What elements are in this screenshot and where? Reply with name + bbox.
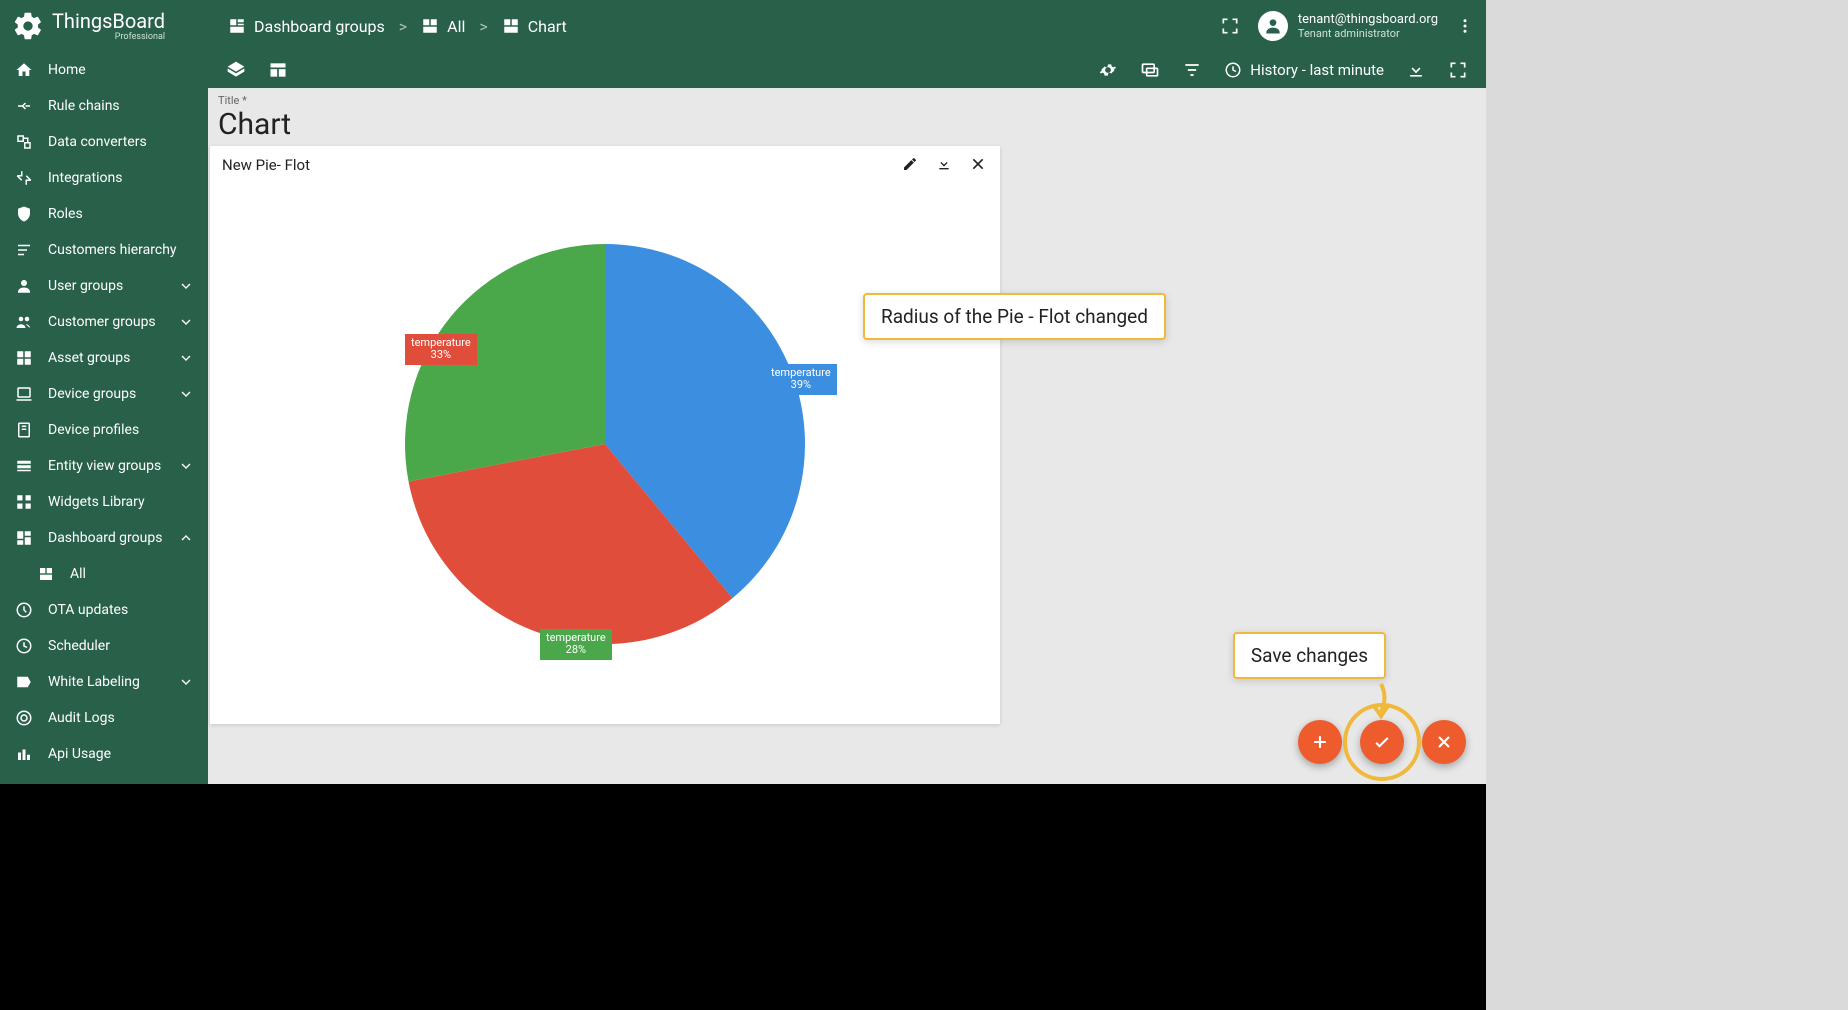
- main-content: Title * Chart New Pie- Flot temperature3…: [208, 88, 1486, 784]
- user-role: Tenant administrator: [1298, 27, 1438, 40]
- audit-icon: [14, 708, 34, 728]
- label-icon: [14, 672, 34, 692]
- dashboard-icon: [36, 564, 56, 584]
- hierarchy-icon: [14, 240, 34, 260]
- fullscreen-icon[interactable]: [1448, 60, 1468, 80]
- sidebar-item-ota-updates[interactable]: OTA updates: [0, 592, 208, 628]
- sidebar-item-roles[interactable]: Roles: [0, 196, 208, 232]
- device-icon: [14, 384, 34, 404]
- save-button[interactable]: [1360, 720, 1404, 764]
- gear-icon[interactable]: [1098, 60, 1118, 80]
- breadcrumb-separator: >: [479, 17, 487, 36]
- pie-widget-card: New Pie- Flot temperature39% temperature…: [210, 146, 1000, 724]
- pie-slice-label: temperature33%: [405, 334, 477, 365]
- clock-icon: [14, 636, 34, 656]
- more-icon[interactable]: [1456, 17, 1474, 35]
- layers-icon[interactable]: [226, 60, 246, 80]
- brand-name: ThingsBoard: [52, 11, 165, 31]
- widget-title: New Pie- Flot: [222, 156, 310, 174]
- filter-icon[interactable]: [1182, 60, 1202, 80]
- dashboard-icon: [14, 528, 34, 548]
- dashboard-toolbar: History - last minute: [208, 52, 1486, 88]
- avatar-icon: [1258, 11, 1288, 41]
- sidebar-item-dashboard-groups[interactable]: Dashboard groups: [0, 520, 208, 556]
- logo-icon: [12, 10, 44, 42]
- sidebar-item-device-profiles[interactable]: Device profiles: [0, 412, 208, 448]
- dashboard-icon: [421, 17, 439, 35]
- user-menu[interactable]: tenant@thingsboard.org Tenant administra…: [1258, 11, 1438, 41]
- chevron-down-icon: [178, 386, 194, 402]
- dashboard-icon: [502, 17, 520, 35]
- sidebar-item-asset-groups[interactable]: Asset groups: [0, 340, 208, 376]
- close-icon[interactable]: [970, 156, 988, 174]
- sidebar-item-widgets-library[interactable]: Widgets Library: [0, 484, 208, 520]
- breadcrumb-item[interactable]: Chart: [502, 17, 567, 36]
- breadcrumb: Dashboard groups > All > Chart: [228, 17, 567, 36]
- sidebar-item-rule-chains[interactable]: Rule chains: [0, 88, 208, 124]
- sidebar-item-white-labeling[interactable]: White Labeling: [0, 664, 208, 700]
- sidebar-item-device-groups[interactable]: Device groups: [0, 376, 208, 412]
- time-window-button[interactable]: History - last minute: [1224, 61, 1384, 79]
- sidebar-item-user-groups[interactable]: User groups: [0, 268, 208, 304]
- sidebar-item-scheduler[interactable]: Scheduler: [0, 628, 208, 664]
- sidebar: Home Rule chains Data converters Integra…: [0, 52, 208, 784]
- fullscreen-icon[interactable]: [1220, 16, 1240, 36]
- sidebar-item-all[interactable]: All: [0, 556, 208, 592]
- sidebar-item-integrations[interactable]: Integrations: [0, 160, 208, 196]
- chevron-down-icon: [178, 314, 194, 330]
- sidebar-item-customers-hierarchy[interactable]: Customers hierarchy: [0, 232, 208, 268]
- alias-icon[interactable]: [1140, 60, 1160, 80]
- chevron-down-icon: [178, 458, 194, 474]
- pie-chart: [355, 214, 855, 674]
- add-button[interactable]: [1298, 720, 1342, 764]
- breadcrumb-separator: >: [399, 17, 407, 36]
- brand-edition: Professional: [115, 33, 165, 42]
- sidebar-item-customer-groups[interactable]: Customer groups: [0, 304, 208, 340]
- converter-icon: [14, 132, 34, 152]
- entity-icon: [14, 456, 34, 476]
- shield-icon: [14, 204, 34, 224]
- chevron-up-icon: [178, 530, 194, 546]
- pie-slice-label: temperature28%: [540, 629, 612, 660]
- sidebar-item-data-converters[interactable]: Data converters: [0, 124, 208, 160]
- download-icon[interactable]: [936, 156, 954, 174]
- profile-icon: [14, 420, 34, 440]
- user-icon: [14, 276, 34, 296]
- sidebar-item-home[interactable]: Home: [0, 52, 208, 88]
- sidebar-item-api-usage[interactable]: Api Usage: [0, 736, 208, 772]
- dashboard-icon: [228, 17, 246, 35]
- layout-icon[interactable]: [268, 60, 288, 80]
- sidebar-item-entity-view-groups[interactable]: Entity view groups: [0, 448, 208, 484]
- api-icon: [14, 744, 34, 764]
- arrow-icon: [1366, 682, 1396, 722]
- chevron-down-icon: [178, 674, 194, 690]
- fab-row: [1298, 720, 1466, 764]
- tooltip-radius: Radius of the Pie - Flot changed: [863, 293, 1166, 340]
- customers-icon: [14, 312, 34, 332]
- edit-icon[interactable]: [902, 156, 920, 174]
- tooltip-save: Save changes: [1233, 632, 1386, 679]
- widgets-icon: [14, 492, 34, 512]
- ota-icon: [14, 600, 34, 620]
- breadcrumb-item[interactable]: Dashboard groups: [228, 17, 385, 36]
- clock-icon: [1224, 61, 1242, 79]
- download-icon[interactable]: [1406, 60, 1426, 80]
- chevron-down-icon: [178, 278, 194, 294]
- pie-slice-label: temperature39%: [765, 364, 837, 395]
- sidebar-item-audit-logs[interactable]: Audit Logs: [0, 700, 208, 736]
- cancel-button[interactable]: [1422, 720, 1466, 764]
- asset-icon: [14, 348, 34, 368]
- breadcrumb-item[interactable]: All: [421, 17, 465, 36]
- logo[interactable]: ThingsBoard Professional: [12, 10, 208, 42]
- home-icon: [14, 60, 34, 80]
- user-email: tenant@thingsboard.org: [1298, 12, 1438, 28]
- integration-icon: [14, 168, 34, 188]
- sidebar-item-system-settings[interactable]: System Settings: [0, 772, 208, 784]
- app-header: ThingsBoard Professional Dashboard group…: [0, 0, 1486, 52]
- rule-icon: [14, 96, 34, 116]
- title-field-label: Title *: [208, 88, 1486, 107]
- chevron-down-icon: [178, 350, 194, 366]
